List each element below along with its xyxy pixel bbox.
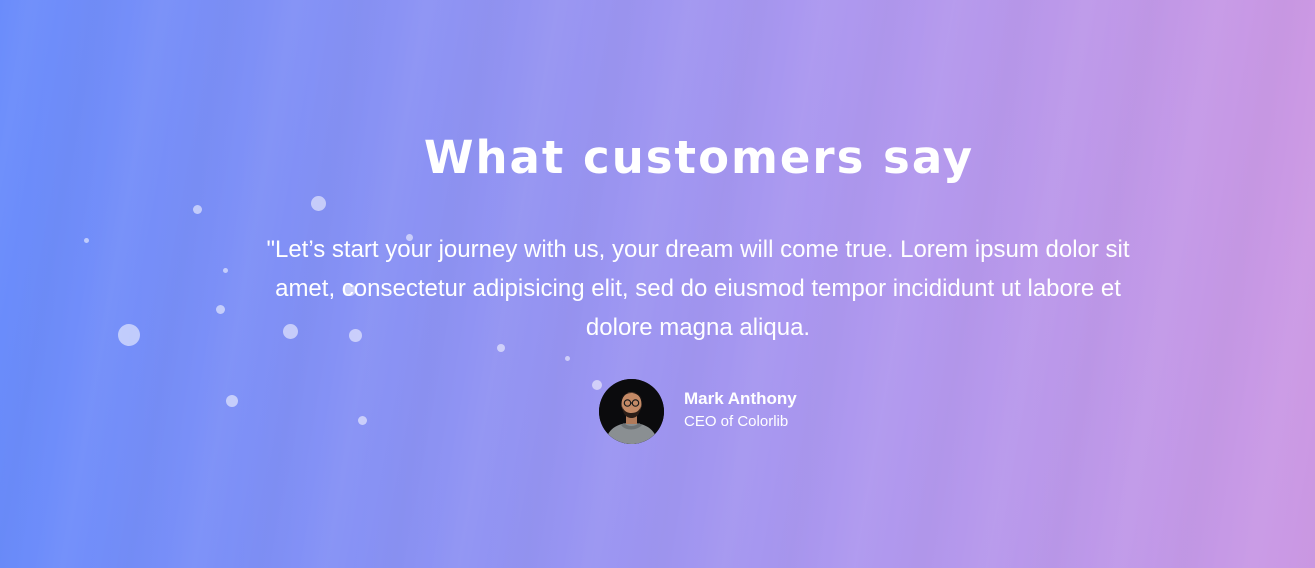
author-info: Mark Anthony CEO of Colorlib (684, 387, 797, 433)
person-photo-icon (599, 379, 664, 444)
testimonial-author: Mark Anthony CEO of Colorlib (599, 379, 797, 444)
author-role: CEO of Colorlib (684, 412, 789, 430)
testimonial-quote: "Let’s start your journey with us, your … (266, 236, 1130, 341)
author-name: Mark Anthony (684, 388, 797, 408)
section-title: What customers say (423, 131, 975, 184)
testimonial-content: What customers say "Let’s start your jou… (0, 0, 1315, 568)
testimonial-section: What customers say "Let’s start your jou… (0, 0, 1315, 568)
